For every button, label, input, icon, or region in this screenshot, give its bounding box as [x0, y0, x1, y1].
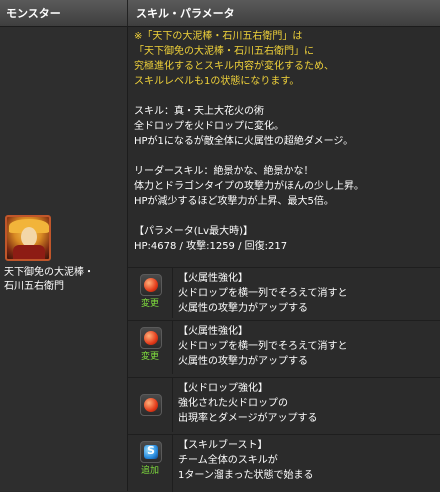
awakening-desc-line2: 1ターン溜まった状態で始まる [178, 470, 314, 481]
awakening-text: 【火属性強化】 火ドロップを横一列でそろえて消すと 火属性の攻撃力がアップする [178, 271, 436, 316]
fire-orb-shape [144, 331, 158, 345]
awakening-desc-line2: 出現率とダメージがアップする [178, 413, 318, 424]
awakening-tag: 追加 [140, 466, 159, 476]
awakening-tag: 変更 [140, 299, 159, 309]
leader-skill-effect-2: HPが減少するほど攻撃力が上昇、最大5倍。 [134, 196, 334, 207]
portrait-robe [13, 245, 45, 259]
note-line1: ※「天下の大泥棒・石川五右衛門」は [134, 31, 303, 42]
monster-portrait-icon[interactable] [5, 215, 51, 261]
awakening-tag: 変更 [140, 352, 159, 362]
header-skill: スキル・パラメータ [136, 7, 235, 20]
awakening-row: S 追加 【スキルブースト】 チーム全体のスキルが 1ターン溜まった状態で始まる [128, 434, 440, 492]
awakening-title: 【火ドロップ強化】 [178, 383, 268, 394]
awakening-desc-line1: チーム全体のスキルが [178, 455, 278, 466]
awakening-icon-cell [128, 378, 173, 432]
leader-skill-effect-1: 体力とドラゴンタイプの攻撃力がほんの少し上昇。 [134, 181, 364, 192]
awakening-row: 変更 【火属性強化】 火ドロップを横一列でそろえて消すと 火属性の攻撃力がアップ… [128, 320, 440, 374]
monster-name-line2: 石川五右衛門 [4, 281, 64, 292]
awakening-text: 【スキルブースト】 チーム全体のスキルが 1ターン溜まった状態で始まる [178, 438, 436, 483]
skill-name: スキル：真・天上大花火の術 [134, 106, 264, 117]
awakening-icon-cell: S 追加 [128, 435, 173, 492]
monster-table: モンスター スキル・パラメータ 天下御免の大泥棒・ 石川五右衛門 ※「天下の大泥… [0, 0, 440, 492]
fire-orb-icon [140, 394, 162, 416]
awakening-row: 変更 【火属性強化】 火ドロップを横一列でそろえて消すと 火属性の攻撃力がアップ… [128, 267, 440, 318]
awakening-desc-line2: 火属性の攻撃力がアップする [178, 356, 308, 367]
monster-name-line1: 天下御免の大泥棒・ [4, 267, 94, 278]
note-line2: 「天下御免の大泥棒・石川五右衛門」に [134, 46, 314, 57]
fire-orb-shape [144, 398, 158, 412]
note-line3: 究極進化するとスキル内容が変化するため、 [134, 61, 334, 72]
fire-row-icon [140, 274, 162, 296]
awakening-desc-line1: 強化された火ドロップの [178, 398, 288, 409]
awakening-text: 【火ドロップ強化】 強化された火ドロップの 出現率とダメージがアップする [178, 381, 436, 426]
awakening-desc-line1: 火ドロップを横一列でそろえて消すと [178, 288, 348, 299]
table-header: モンスター スキル・パラメータ [0, 0, 440, 27]
skill-boost-letter: S [147, 444, 155, 457]
skill-boost-icon: S [140, 441, 162, 463]
portrait-face [21, 227, 37, 247]
awakening-title: 【スキルブースト】 [178, 440, 268, 451]
skill-description: ※「天下の大泥棒・石川五右衛門」は 「天下御免の大泥棒・石川五右衛門」に 究極進… [134, 29, 436, 254]
awakening-desc-line1: 火ドロップを横一列でそろえて消すと [178, 341, 348, 352]
fire-row-icon [140, 327, 162, 349]
note-line4: スキルレベルも1の状態になります。 [134, 76, 300, 87]
params-title: 【パラメータ(Lv最大時)】 [134, 226, 253, 237]
awakening-icon-cell: 変更 [128, 268, 173, 318]
fire-orb-shape [144, 278, 158, 292]
awakening-icon-cell: 変更 [128, 321, 173, 374]
awakening-title: 【火属性強化】 [178, 326, 248, 337]
awakening-text: 【火属性強化】 火ドロップを横一列でそろえて消すと 火属性の攻撃力がアップする [178, 324, 436, 369]
awakening-desc-line2: 火属性の攻撃力がアップする [178, 303, 308, 314]
leader-skill-name: リーダースキル：絶景かな、絶景かな！ [134, 166, 314, 177]
awakening-title: 【火属性強化】 [178, 273, 248, 284]
monster-column: 天下御免の大泥棒・ 石川五右衛門 [0, 27, 128, 491]
header-monster: モンスター [6, 7, 61, 20]
skill-effect-1: 全ドロップを火ドロップに変化。 [134, 121, 284, 132]
awakening-row: 【火ドロップ強化】 強化された火ドロップの 出現率とダメージがアップする [128, 377, 440, 432]
skill-effect-2: HPが1になるが敵全体に火属性の超絶ダメージ。 [134, 136, 354, 147]
header-divider [127, 0, 128, 26]
monster-name[interactable]: 天下御免の大泥棒・ 石川五右衛門 [4, 266, 124, 294]
skill-column: ※「天下の大泥棒・石川五右衛門」は 「天下御免の大泥棒・石川五右衛門」に 究極進… [128, 27, 440, 492]
params-values: HP:4678 / 攻撃:1259 / 回復:217 [134, 241, 288, 252]
